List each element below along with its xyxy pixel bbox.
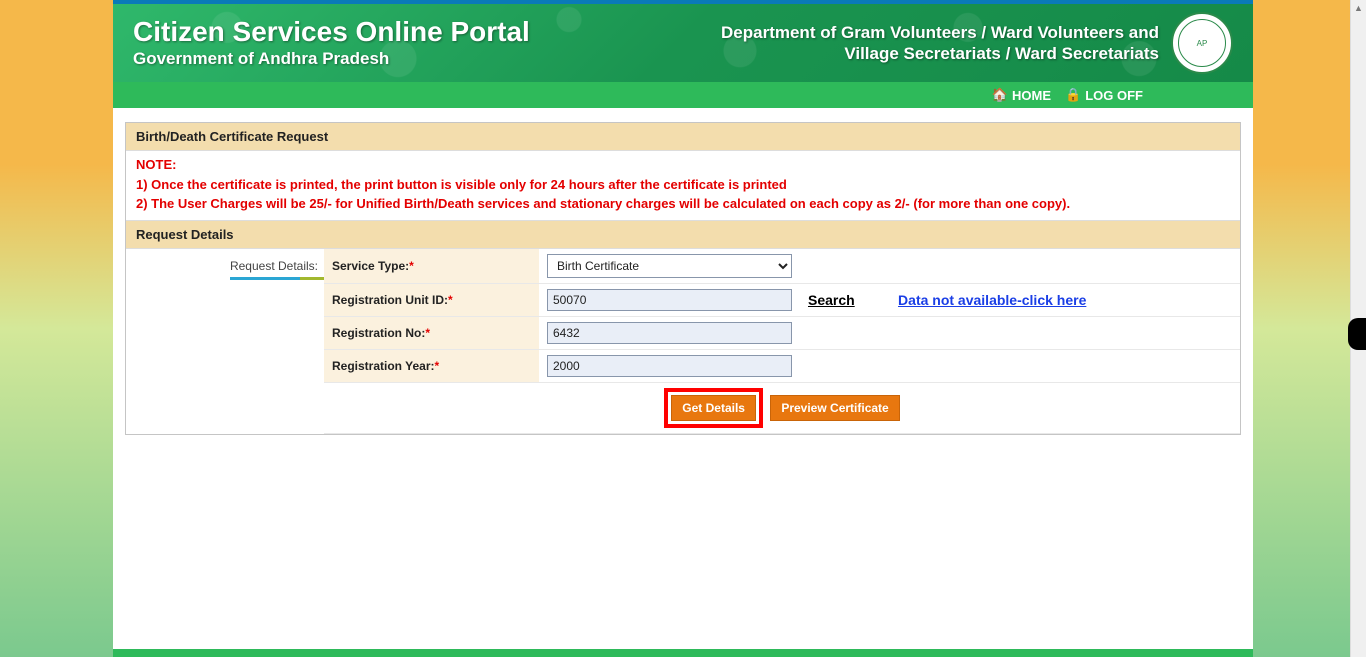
nav-home-label: HOME [1012,88,1051,103]
get-details-highlight: Get Details [664,388,763,428]
note-heading: NOTE: [136,155,1230,175]
lock-icon: 🔒 [1065,87,1081,103]
portal-title: Citizen Services Online Portal [133,17,530,48]
reg-unit-id-input[interactable] [547,289,792,311]
portal-subtitle: Government of Andhra Pradesh [133,49,530,69]
reg-year-label: Registration Year:* [324,349,539,382]
reg-unit-id-label: Registration Unit ID:* [324,283,539,316]
service-type-select[interactable]: Birth Certificate [547,254,792,278]
reg-no-label: Registration No:* [324,316,539,349]
note-line-1: 1) Once the certificate is printed, the … [136,175,1230,195]
side-widget[interactable] [1348,318,1366,350]
nav-logoff-label: LOG OFF [1085,88,1143,103]
header-banner: Citizen Services Online Portal Governmen… [113,0,1253,82]
service-type-label: Service Type:* [324,249,539,284]
request-panel: Birth/Death Certificate Request NOTE: 1)… [125,122,1241,435]
state-logo: AP [1171,12,1233,74]
footer-bar [113,649,1253,657]
nav-bar: 🏠 HOME 🔒 LOG OFF [113,82,1253,108]
home-icon: 🏠 [992,87,1008,103]
panel-title: Birth/Death Certificate Request [126,123,1240,151]
reg-no-input[interactable] [547,322,792,344]
search-link[interactable]: Search [808,292,855,308]
preview-certificate-button[interactable]: Preview Certificate [770,395,899,421]
note-block: NOTE: 1) Once the certificate is printed… [126,151,1240,220]
get-details-button[interactable]: Get Details [671,395,756,421]
reg-year-input[interactable] [547,355,792,377]
data-not-available-link[interactable]: Data not available-click here [898,292,1086,308]
section-title: Request Details [126,220,1240,249]
department-title: Department of Gram Volunteers / Ward Vol… [721,22,1159,65]
sidebar-tab-request-details[interactable]: Request Details: [230,259,318,280]
scroll-up-icon[interactable]: ▲ [1351,0,1366,16]
nav-logoff[interactable]: 🔒 LOG OFF [1065,87,1143,103]
nav-home[interactable]: 🏠 HOME [992,87,1051,103]
note-line-2: 2) The User Charges will be 25/- for Uni… [136,194,1230,214]
